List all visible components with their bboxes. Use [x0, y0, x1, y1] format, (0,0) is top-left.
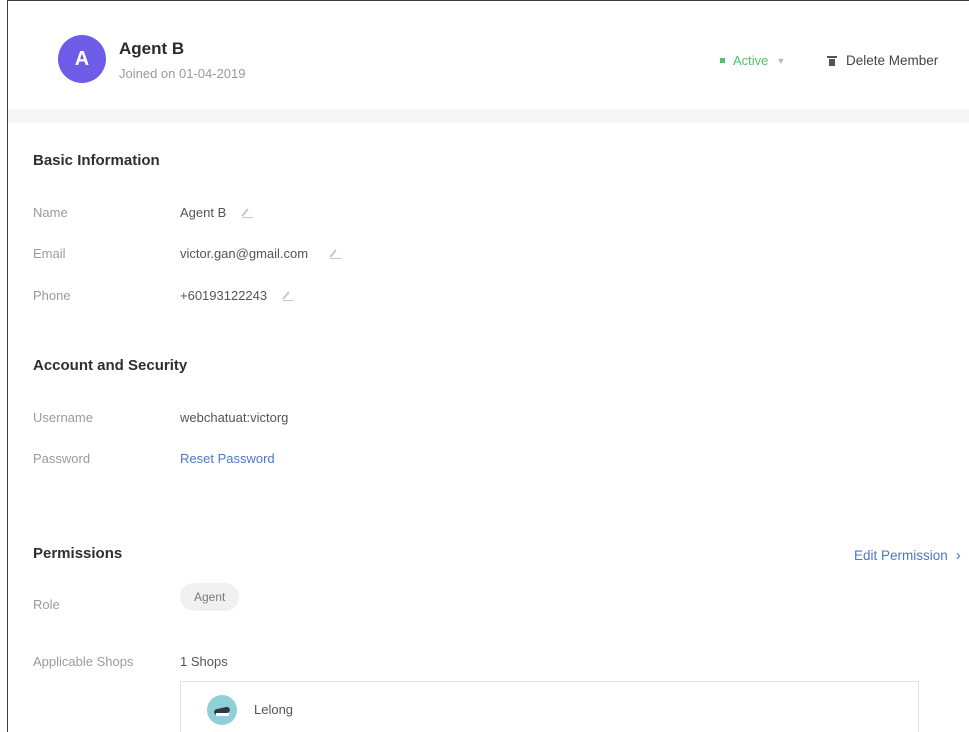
applicable-shops-label: Applicable Shops — [33, 654, 134, 669]
reset-password-link[interactable]: Reset Password — [180, 451, 275, 466]
email-value-row: victor.gan@gmail.com — [180, 246, 342, 261]
status-dot-icon — [720, 58, 725, 63]
phone-value-row: +60193122243 — [180, 288, 295, 303]
edit-name-pencil-icon[interactable] — [242, 208, 254, 218]
name-label: Name — [33, 205, 68, 220]
shops-count: 1 Shops — [180, 654, 228, 669]
member-name: Agent B — [119, 39, 185, 58]
username-value: webchatuat:victorg — [180, 410, 289, 425]
username-label: Username — [33, 410, 93, 425]
name-value-row: Agent B — [180, 205, 254, 220]
phone-label: Phone — [33, 288, 71, 303]
status-dropdown[interactable]: Active ▼ — [720, 53, 785, 68]
shop-list-box: Lelong — [180, 681, 919, 732]
caret-down-icon: ▼ — [776, 55, 786, 66]
edit-permission-link[interactable]: Edit Permission › — [854, 547, 961, 564]
phone-value: +60193122243 — [180, 288, 268, 303]
section-title-account-security: Account and Security — [33, 357, 188, 374]
edit-email-pencil-icon[interactable] — [330, 249, 342, 259]
email-label: Email — [33, 246, 66, 261]
shop-name: Lelong — [254, 702, 294, 717]
email-value: victor.gan@gmail.com — [180, 246, 309, 261]
edit-phone-pencil-icon[interactable] — [283, 291, 295, 301]
header-divider — [8, 109, 969, 123]
role-badge: Agent — [180, 583, 240, 611]
password-label: Password — [33, 451, 91, 466]
avatar: A — [58, 35, 106, 83]
status-label: Active — [733, 53, 769, 68]
name-value: Agent B — [180, 205, 227, 220]
member-detail-panel: A Agent B Joined on 01-04-2019 Active ▼ … — [7, 0, 969, 732]
trash-icon — [827, 55, 837, 66]
chevron-right-icon: › — [955, 547, 961, 564]
delete-member-button[interactable]: Delete Member — [827, 53, 939, 68]
edit-permission-label: Edit Permission — [854, 548, 948, 563]
member-header: A Agent B Joined on 01-04-2019 Active ▼ … — [8, 1, 969, 109]
section-title-permissions: Permissions — [33, 545, 123, 562]
shop-logo-icon — [207, 695, 237, 725]
member-joined-date: Joined on 01-04-2019 — [119, 66, 246, 81]
role-label: Role — [33, 597, 60, 612]
section-title-basic-information: Basic Information — [33, 152, 160, 169]
delete-member-label: Delete Member — [846, 53, 939, 68]
